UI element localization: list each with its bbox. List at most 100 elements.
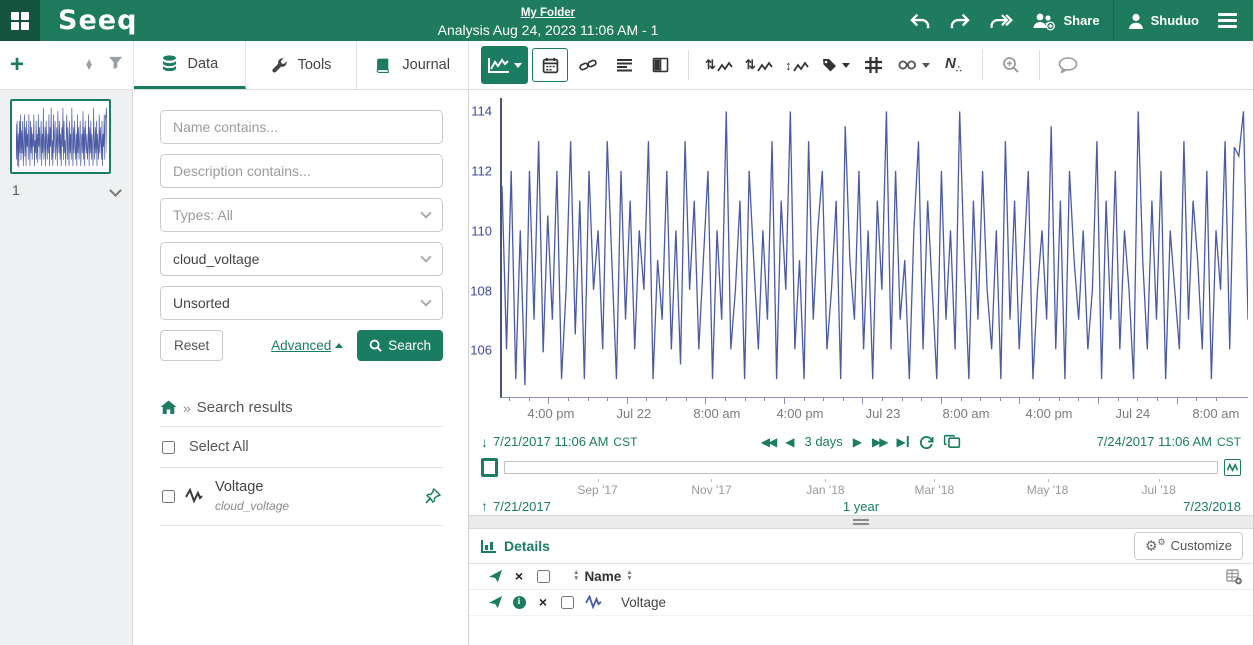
search-button[interactable]: Search (357, 330, 443, 361)
range-start-value[interactable]: 7/21/2017 11:06 AM (493, 434, 608, 449)
tab-tools[interactable]: Tools (246, 41, 358, 89)
datasource-select[interactable]: cloud_voltage (160, 242, 443, 276)
pin-result-button[interactable] (425, 488, 441, 504)
details-panel: Details ⚙⚙ Customize × ▲▼ (469, 529, 1253, 645)
link-icon (579, 57, 597, 73)
view-mode-trend-button[interactable] (481, 46, 528, 84)
share-button[interactable]: Share (1022, 0, 1108, 41)
filter-worksheets-icon[interactable] (108, 55, 123, 75)
add-column-button[interactable] (1225, 568, 1243, 585)
result-name[interactable]: Voltage (215, 479, 263, 495)
investigate-track[interactable] (504, 461, 1218, 474)
sort-asc-icon[interactable]: ▲▼ (573, 570, 579, 582)
list-view-button[interactable] (608, 48, 640, 82)
investigate-start-value[interactable]: 7/21/2017 (493, 499, 551, 514)
customize-button[interactable]: ⚙⚙ Customize (1134, 532, 1243, 560)
seeq-app: Seeq My Folder Analysis Aug 24, 2023 11:… (0, 0, 1254, 645)
worksheet-thumbnail[interactable] (10, 99, 111, 174)
journal-book-icon (375, 57, 392, 74)
types-select[interactable]: Types: All (160, 198, 443, 232)
panel-resize-handle[interactable] (469, 515, 1253, 529)
select-all-rows-checkbox[interactable] (537, 570, 550, 583)
tab-journal[interactable]: Journal (357, 41, 469, 89)
date-range-button[interactable] (532, 48, 568, 82)
trend-series-voltage (502, 98, 1248, 397)
range-duration[interactable]: 3 days (804, 434, 842, 449)
investigate-duration[interactable]: 1 year (843, 499, 879, 514)
reset-button[interactable]: Reset (160, 330, 223, 361)
tag-icon (821, 57, 838, 73)
send-row-button[interactable] (483, 595, 507, 609)
name-contains-input[interactable] (160, 110, 443, 144)
worksheet-expand-chevron-icon[interactable] (109, 184, 122, 197)
undo-button[interactable] (900, 0, 940, 41)
user-menu-button[interactable]: Shuduo (1118, 0, 1208, 41)
gridlines-button[interactable] (858, 48, 890, 82)
datasource-select-value: cloud_voltage (173, 251, 259, 267)
app-switcher-button[interactable] (0, 0, 40, 41)
annotate-button[interactable] (1052, 48, 1084, 82)
top-header: Seeq My Folder Analysis Aug 24, 2023 11:… (0, 0, 1253, 41)
worksheet-rail-tools: + ▲▼ (0, 41, 133, 89)
add-worksheet-button[interactable]: + (10, 53, 24, 77)
step-back-button[interactable]: ◀ (785, 435, 794, 449)
send-all-button[interactable] (483, 569, 507, 583)
refresh-icon[interactable] (919, 435, 934, 449)
trend-chart[interactable]: 114112110108106 4:00 pmJul 228:00 am4:00… (469, 90, 1253, 430)
step-back-much-button[interactable]: ◀◀ (761, 435, 775, 449)
signal-icon (585, 595, 603, 609)
advanced-caret-icon (335, 343, 343, 348)
redo-all-button[interactable] (980, 0, 1022, 41)
range-end-timezone: CST (1217, 435, 1241, 449)
seeq-logo[interactable]: Seeq (58, 5, 137, 36)
remove-all-button[interactable]: × (507, 569, 531, 583)
zoom-button[interactable] (995, 48, 1027, 82)
compare-view-button[interactable] (644, 48, 676, 82)
description-contains-input[interactable] (160, 154, 443, 188)
group-axes-button[interactable]: ⇅ (741, 48, 777, 82)
home-icon[interactable] (160, 400, 177, 415)
app-grid-icon (11, 12, 29, 30)
breadcrumb-my-folder[interactable]: My Folder (521, 6, 575, 20)
range-start-group[interactable]: ↓ 7/21/2017 11:06 AM CST (481, 434, 637, 449)
range-start-arrow-icon: ↓ (481, 435, 488, 449)
value-labels-button[interactable]: N∴ (938, 48, 970, 82)
range-selector-handle[interactable] (481, 458, 498, 477)
investigate-button[interactable] (894, 48, 934, 82)
redo-button[interactable] (940, 0, 980, 41)
main-menu-button[interactable] (1208, 13, 1253, 28)
row-info-button[interactable]: i (507, 596, 531, 609)
auto-update-toggle[interactable] (1224, 459, 1241, 476)
link-worksheet-button[interactable] (572, 48, 604, 82)
select-all-checkbox[interactable] (162, 441, 175, 454)
types-select-value: Types: All (173, 207, 233, 223)
customize-axes-button[interactable]: ⇅ (701, 48, 737, 82)
stack-axes-button[interactable]: ↕ (781, 48, 813, 82)
remove-row-button[interactable]: × (531, 595, 555, 609)
step-to-end-button[interactable]: ▶ (896, 435, 909, 449)
tab-data[interactable]: Data (134, 41, 246, 89)
document-title-block: My Folder Analysis Aug 24, 2023 11:06 AM… (438, 2, 659, 40)
sort-desc-icon[interactable]: ▲▼ (626, 570, 632, 582)
investigate-caret-icon (922, 63, 930, 68)
investigate-start-group[interactable]: ↑ 7/21/2017 (481, 499, 551, 514)
header-select-checkbox-cell (531, 570, 555, 583)
search-button-label: Search (388, 338, 431, 353)
range-end-value[interactable]: 7/24/2017 11:06 AM (1097, 434, 1212, 449)
worksheet-meta: 1 (10, 182, 122, 198)
binoculars-icon (898, 59, 918, 71)
row-name[interactable]: Voltage (621, 595, 666, 610)
auto-update-copy-icon[interactable] (944, 434, 961, 449)
sort-worksheets-icon[interactable]: ▲▼ (84, 60, 94, 71)
step-forward-much-button[interactable]: ▶▶ (872, 435, 886, 449)
range-end-group[interactable]: 7/24/2017 11:06 AM CST (1097, 434, 1241, 449)
row-checkbox[interactable] (561, 596, 574, 609)
labels-button[interactable] (817, 48, 854, 82)
plot-area[interactable] (500, 98, 1248, 398)
investigate-end-value[interactable]: 7/23/2018 (1183, 499, 1241, 514)
sort-select[interactable]: Unsorted (160, 286, 443, 320)
result-checkbox[interactable] (162, 490, 175, 503)
advanced-link[interactable]: Advanced (271, 338, 343, 353)
name-column-header: ▲▼ Name ▲▼ (573, 569, 633, 584)
step-forward-button[interactable]: ▶ (853, 435, 862, 449)
